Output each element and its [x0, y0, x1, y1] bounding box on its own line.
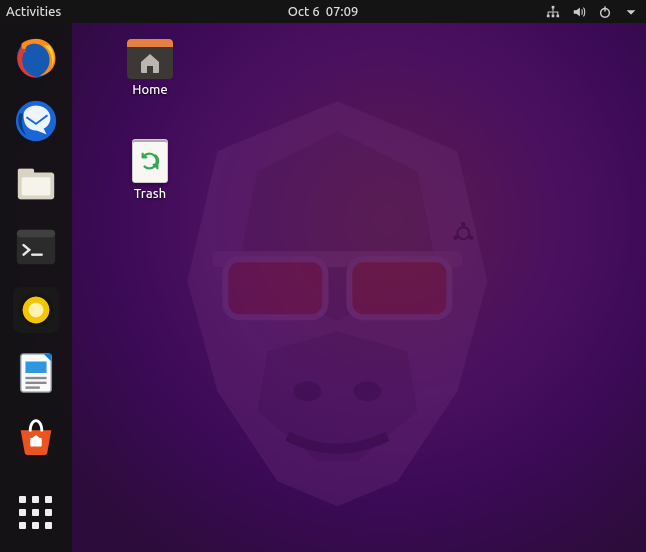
top-bar: Activities Oct 6 07:09	[0, 0, 646, 23]
launcher-terminal[interactable]	[11, 222, 61, 272]
dock	[0, 23, 72, 552]
clock-date: Oct 6	[288, 5, 320, 19]
launcher-ubuntu-software[interactable]	[11, 411, 61, 461]
launcher-libreoffice-writer[interactable]	[11, 348, 61, 398]
launcher-thunderbird[interactable]	[11, 96, 61, 146]
launcher-files[interactable]	[11, 159, 61, 209]
desktop-icon-trash[interactable]: Trash	[110, 139, 190, 201]
launcher-firefox[interactable]	[11, 33, 61, 83]
speaker-icon	[13, 287, 59, 333]
chevron-down-icon[interactable]	[624, 5, 638, 19]
power-icon[interactable]	[598, 5, 612, 19]
desktop-icon-label: Home	[132, 83, 167, 97]
desktop-area[interactable]: Home Trash	[72, 23, 646, 552]
desktop-icon-label: Trash	[134, 187, 166, 201]
desktop-screen: Activities Oct 6 07:09	[0, 0, 646, 552]
launcher-rhythmbox[interactable]	[11, 285, 61, 335]
folder-home-icon	[127, 39, 173, 79]
system-tray[interactable]	[546, 5, 638, 19]
show-applications-button[interactable]	[11, 488, 61, 538]
activities-button[interactable]: Activities	[6, 5, 61, 19]
clock[interactable]: Oct 6 07:09	[288, 5, 359, 19]
desktop-icon-home[interactable]: Home	[110, 39, 190, 97]
volume-icon[interactable]	[572, 5, 586, 19]
network-icon[interactable]	[546, 5, 560, 19]
clock-time: 07:09	[326, 5, 359, 19]
trash-icon	[132, 139, 168, 183]
